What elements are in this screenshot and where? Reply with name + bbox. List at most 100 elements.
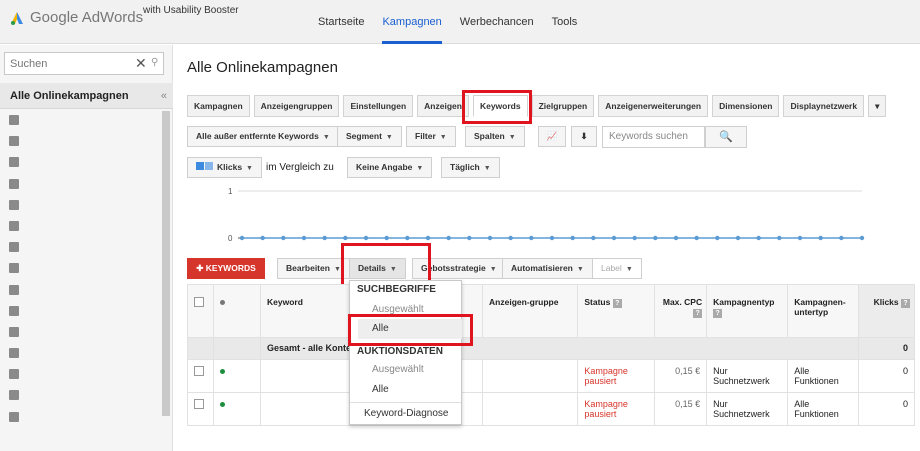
clicks-data-point[interactable] — [839, 235, 844, 241]
campaign-search-icon[interactable] — [9, 115, 19, 125]
nav-kampagnen[interactable]: Kampagnen — [382, 0, 442, 44]
campaign-search-icon[interactable] — [9, 242, 19, 253]
period-dropdown[interactable]: Täglich ▼ — [441, 157, 500, 178]
clicks-data-point[interactable] — [281, 235, 286, 241]
sidebar-scrollbar[interactable] — [162, 111, 170, 416]
clicks-data-point[interactable] — [777, 235, 782, 241]
clicks-data-point[interactable] — [301, 235, 307, 241]
campaign-search-icon[interactable] — [9, 136, 19, 147]
clicks-data-point[interactable] — [570, 235, 575, 241]
compare-dropdown[interactable]: Keine Angabe ▼ — [347, 157, 433, 178]
row-status[interactable]: Kampagne pausiert — [577, 359, 656, 393]
segment-button[interactable]: Segment ▼ — [337, 126, 402, 147]
nav-startseite[interactable]: Startseite — [318, 0, 364, 44]
campaign-display-icon[interactable] — [9, 390, 19, 401]
clicks-data-point[interactable] — [529, 235, 534, 241]
clicks-data-point[interactable] — [715, 235, 720, 241]
columns-button[interactable]: Spalten ▼ — [465, 126, 525, 147]
campaign-type-header[interactable]: Kampagnentyp ? — [706, 284, 789, 338]
chart-toggle-button[interactable]: 📈 — [538, 126, 566, 147]
clicks-data-point[interactable] — [467, 235, 472, 241]
adwords-logo[interactable]: Google AdWords — [10, 9, 143, 26]
metric-dropdown[interactable]: Klicks ▼ — [187, 157, 262, 178]
row-checkbox[interactable] — [194, 366, 204, 376]
clicks-data-point[interactable] — [611, 235, 617, 241]
row-maxcpc[interactable]: 0,15 € — [654, 359, 708, 393]
campaign-search-icon[interactable] — [9, 199, 19, 210]
clicks-data-point[interactable] — [549, 235, 555, 241]
campaign-search-icon[interactable] — [9, 411, 19, 422]
tab-anzeigenerweiterungen[interactable]: Anzeigenerweiterungen — [598, 95, 709, 117]
dropdown-item-selected-auction[interactable]: Ausgewählt — [372, 364, 424, 375]
clicks-data-point[interactable] — [508, 235, 513, 241]
help-icon[interactable]: ? — [693, 309, 703, 318]
clicks-data-point[interactable] — [384, 235, 389, 241]
dropdown-item-all-auction[interactable]: Alle — [372, 384, 389, 395]
tab-dimensionen[interactable]: Dimensionen — [712, 95, 780, 117]
clicks-data-point[interactable] — [756, 235, 761, 241]
dropdown-item-keyword-diagnosis[interactable]: Keyword-Diagnose — [364, 408, 449, 419]
keyword-filter-dropdown[interactable]: Alle außer entfernte Keywords ▼ — [187, 126, 339, 147]
clicks-data-point[interactable] — [260, 235, 265, 241]
clicks-data-point[interactable] — [487, 235, 493, 241]
clicks-data-point[interactable] — [363, 235, 369, 241]
campaign-display-icon[interactable] — [9, 305, 19, 316]
row-status[interactable]: Kampagne pausiert — [577, 392, 656, 426]
clicks-data-point[interactable] — [797, 235, 803, 241]
clicks-data-point[interactable] — [818, 235, 823, 241]
select-all-checkbox[interactable] — [194, 297, 204, 307]
edit-button[interactable]: Bearbeiten ▼ — [277, 258, 350, 279]
help-icon[interactable]: ? — [901, 299, 910, 308]
tab-displaynetzwerk[interactable]: Displaynetzwerk — [783, 95, 865, 117]
filter-button[interactable]: Filter ▼ — [406, 126, 456, 147]
clicks-data-point[interactable] — [239, 235, 245, 241]
sidebar-header[interactable]: Alle Onlinekampagnen « — [0, 83, 173, 109]
campaign-search-icon[interactable] — [9, 284, 19, 295]
clicks-data-point[interactable] — [322, 235, 327, 241]
maxcpc-header[interactable]: Max. CPC ? — [654, 284, 708, 338]
help-icon[interactable]: ? — [713, 309, 723, 318]
sidebar-search-input[interactable] — [5, 53, 125, 74]
row-maxcpc[interactable]: 0,15 € — [654, 392, 708, 426]
nav-tools[interactable]: Tools — [552, 0, 578, 44]
clicks-data-point[interactable] — [591, 235, 596, 241]
clicks-data-point[interactable] — [653, 235, 658, 241]
search-icon[interactable]: ⚲ — [151, 57, 158, 68]
adgroup-header[interactable]: Anzeigen-gruppe — [482, 284, 579, 338]
tab-more-dropdown[interactable]: ▾ — [868, 95, 887, 117]
help-icon[interactable]: ? — [612, 299, 622, 308]
clicks-data-point[interactable] — [694, 235, 699, 241]
clicks-data-point[interactable] — [859, 235, 865, 241]
clicks-data-point[interactable] — [425, 235, 431, 241]
tab-zielgruppen[interactable]: Zielgruppen — [531, 95, 595, 117]
keyword-search-button[interactable]: 🔍 — [705, 126, 747, 148]
clicks-data-point[interactable] — [632, 235, 637, 241]
tab-anzeigengruppen[interactable]: Anzeigengruppen — [253, 95, 340, 117]
label-button[interactable]: Label ▼ — [592, 258, 642, 279]
campaign-search-icon[interactable] — [9, 157, 19, 168]
collapse-icon[interactable]: « — [161, 83, 167, 109]
tab-kampagnen[interactable]: Kampagnen — [187, 95, 250, 117]
automate-button[interactable]: Automatisieren ▼ — [502, 258, 593, 279]
status-header[interactable]: Status ? — [577, 284, 656, 338]
nav-werbechancen[interactable]: Werbechancen — [460, 0, 534, 44]
add-keywords-button[interactable]: ✚ KEYWORDS — [187, 258, 265, 279]
clicks-data-point[interactable] — [673, 235, 679, 241]
keyword-search-input[interactable]: Keywords suchen — [602, 126, 705, 148]
tab-einstellungen[interactable]: Einstellungen — [343, 95, 414, 117]
clicks-data-point[interactable] — [405, 235, 410, 241]
clear-icon[interactable]: ✕ — [135, 55, 147, 72]
campaign-subtype-header[interactable]: Kampagnen-untertyp — [787, 284, 860, 338]
clicks-data-point[interactable] — [446, 235, 451, 241]
campaign-search-icon[interactable] — [9, 178, 19, 189]
campaign-display-icon[interactable] — [9, 369, 19, 380]
download-button[interactable]: ⬇ — [571, 126, 597, 147]
clicks-data-point[interactable] — [343, 235, 348, 241]
campaign-display-icon[interactable] — [9, 348, 19, 359]
clicks-data-point[interactable] — [735, 235, 741, 241]
clicks-header[interactable]: Klicks ? — [858, 284, 915, 338]
campaign-display-icon[interactable] — [9, 326, 19, 337]
campaign-display-icon[interactable] — [9, 220, 19, 231]
campaign-display-icon[interactable] — [9, 263, 19, 274]
row-checkbox[interactable] — [194, 399, 204, 409]
